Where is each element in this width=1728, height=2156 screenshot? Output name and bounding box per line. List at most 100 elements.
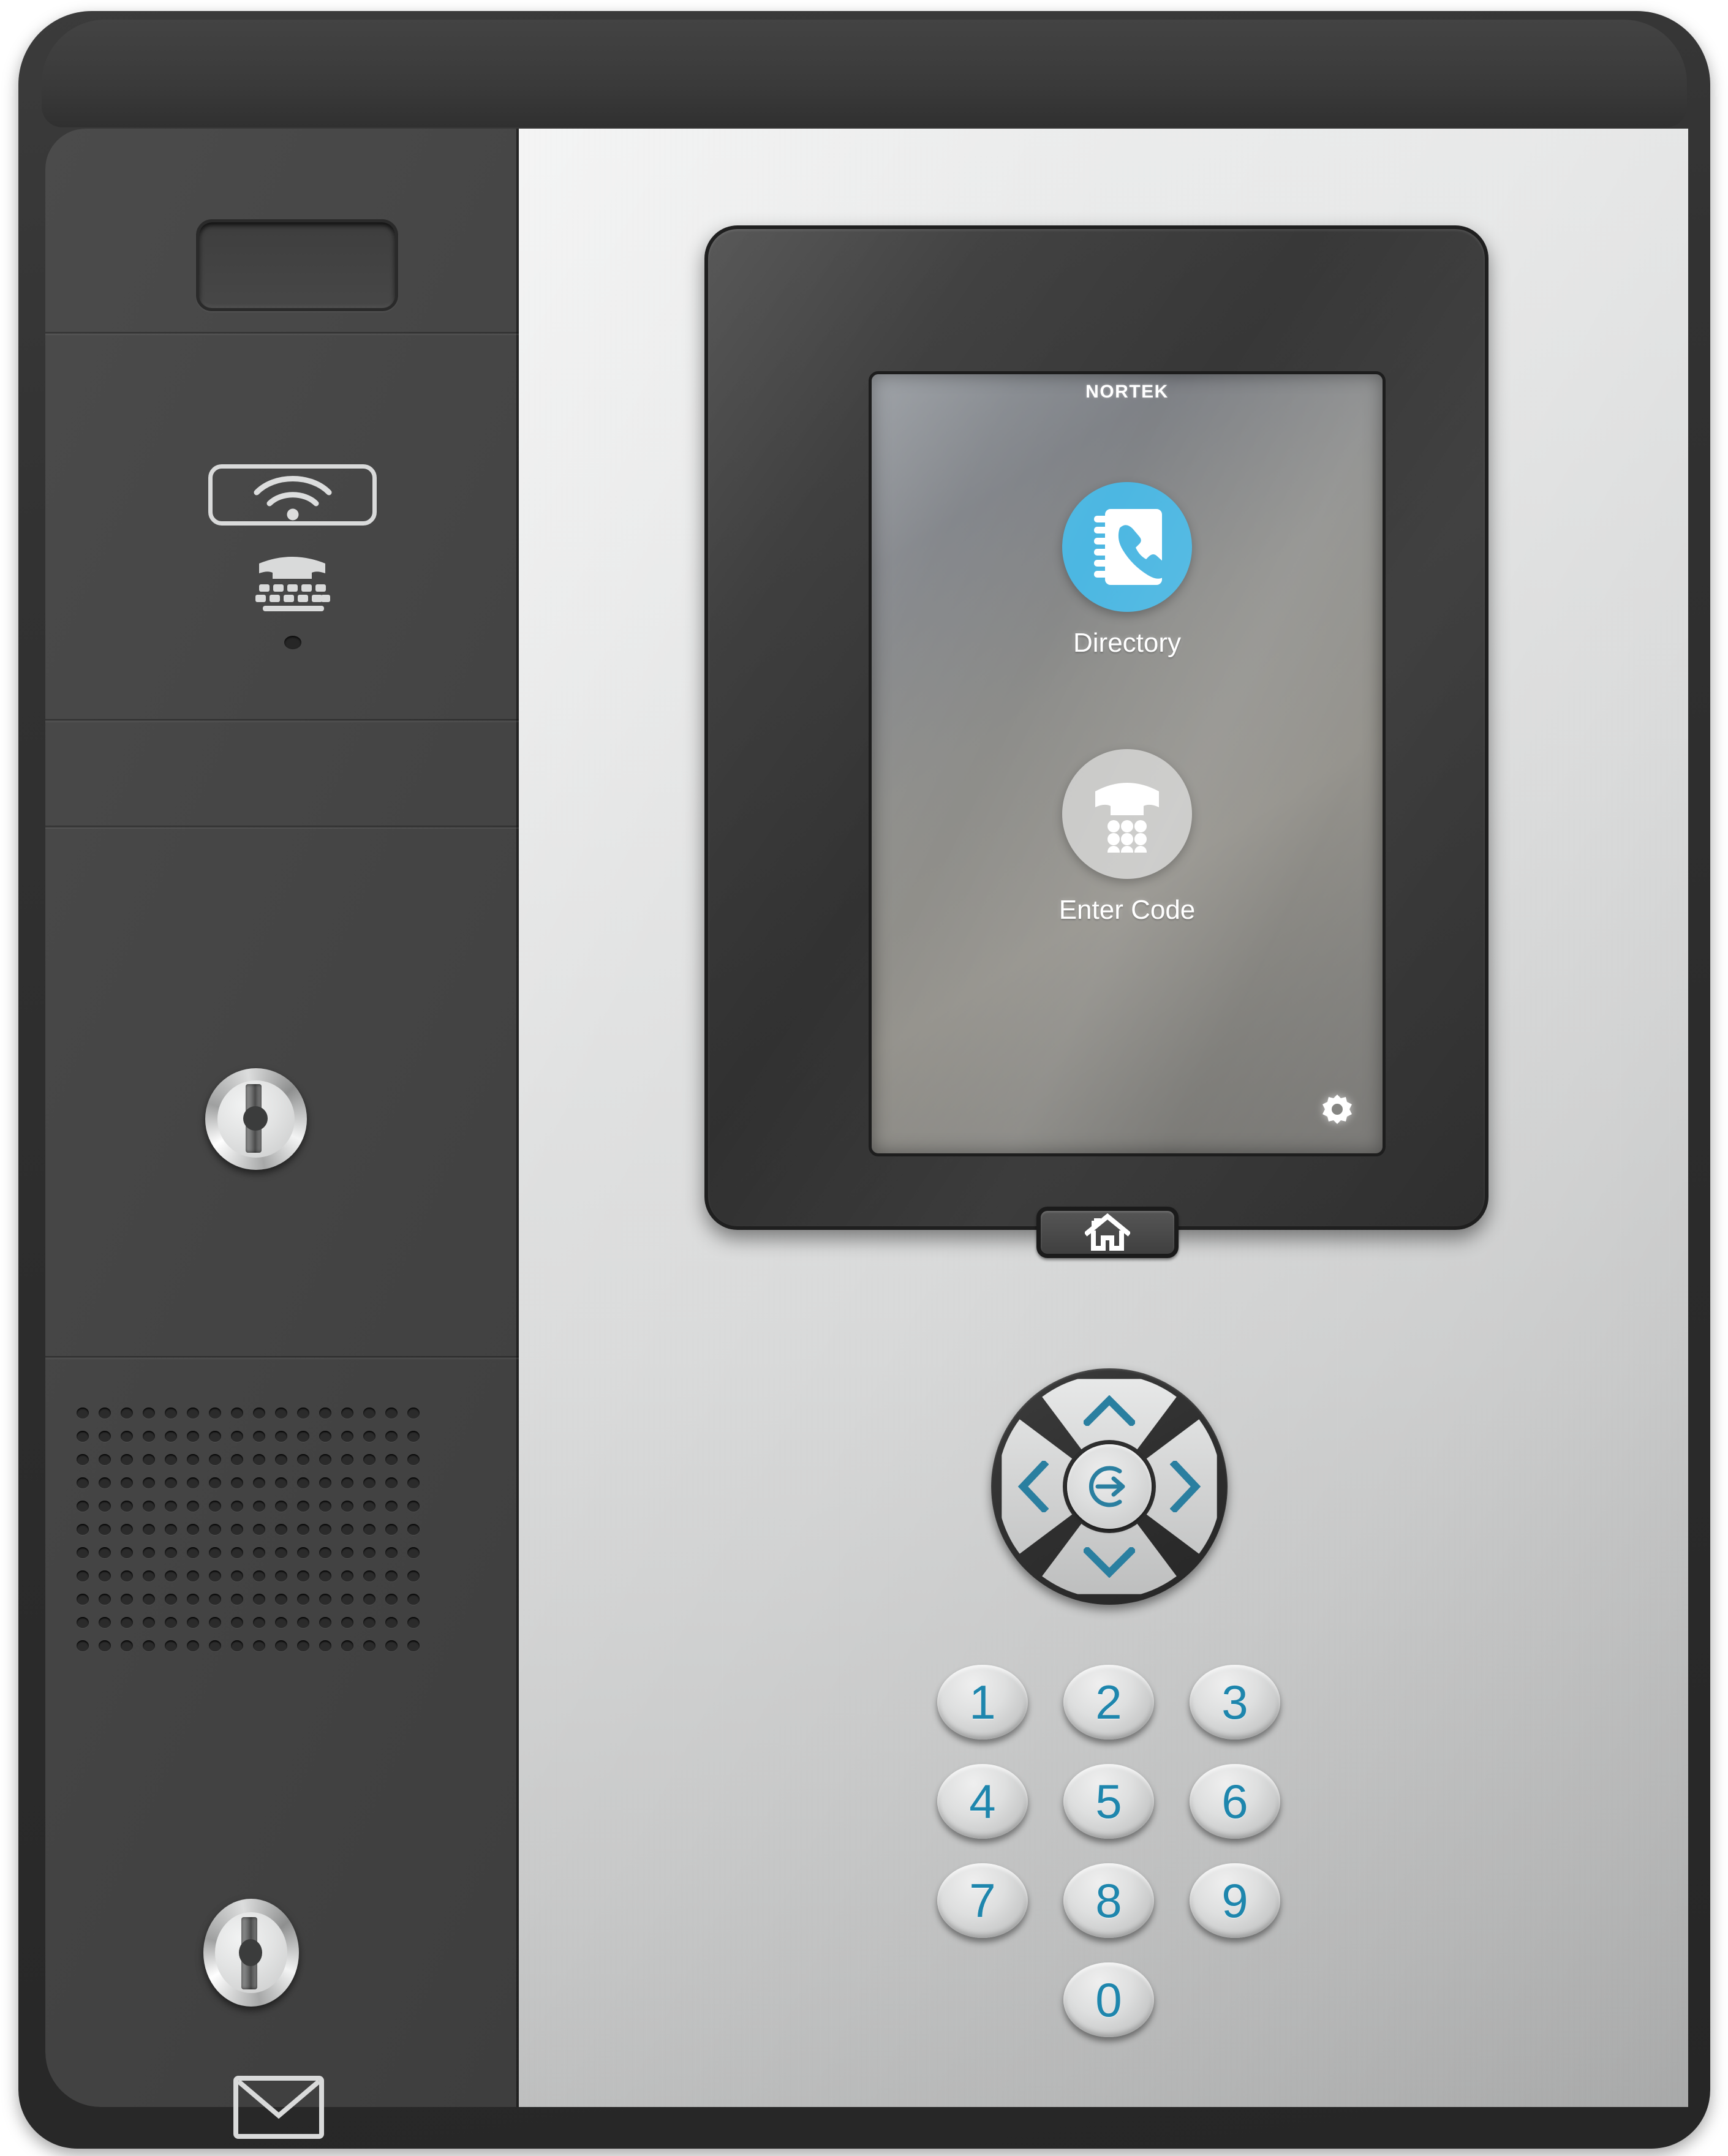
key-0[interactable]: 0 [1063, 1962, 1154, 2037]
speaker-hole [363, 1477, 375, 1488]
speaker-hole [231, 1617, 243, 1628]
touchscreen-display[interactable]: NORTEK Directory Enter Code [869, 371, 1386, 1156]
speaker-hole [407, 1524, 420, 1535]
speaker-hole [297, 1570, 309, 1581]
tile-enter-code-label: Enter Code [1058, 895, 1196, 925]
key-5[interactable]: 5 [1063, 1764, 1154, 1839]
speaker-hole [363, 1524, 375, 1535]
speaker-hole [187, 1570, 199, 1581]
wifi-reader-plate[interactable] [208, 464, 377, 526]
speaker-hole [275, 1570, 287, 1581]
speaker-hole [275, 1408, 287, 1419]
screen-title-text: NORTEK [1085, 382, 1169, 402]
speaker-hole [385, 1431, 398, 1442]
speaker-hole [187, 1431, 199, 1442]
home-button[interactable] [1036, 1207, 1179, 1258]
speaker-hole [363, 1431, 375, 1442]
speaker-hole [297, 1547, 309, 1558]
speaker-hole [99, 1594, 111, 1605]
speaker-hole [385, 1547, 398, 1558]
speaker-hole [231, 1524, 243, 1535]
screen-titlebar: NORTEK [872, 374, 1383, 410]
speaker-hole [253, 1640, 265, 1651]
dpad-enter-button[interactable] [1067, 1444, 1152, 1529]
speaker-hole [165, 1570, 177, 1581]
speaker-hole [187, 1524, 199, 1535]
speaker-hole [143, 1640, 155, 1651]
speaker-hole [165, 1617, 177, 1628]
numeric-keypad[interactable]: 1 2 3 4 5 6 7 8 9 0 [937, 1665, 1280, 2094]
speaker-hole [253, 1547, 265, 1558]
upper-key-lock[interactable] [205, 1068, 307, 1170]
speaker-hole [385, 1408, 398, 1419]
speaker-hole [385, 1501, 398, 1512]
wifi-icon [254, 476, 331, 521]
speaker-hole [143, 1408, 155, 1419]
speaker-hole [77, 1640, 89, 1651]
speaker-hole [77, 1501, 89, 1512]
speaker-hole [231, 1454, 243, 1465]
speaker-hole [297, 1477, 309, 1488]
speaker-hole [253, 1594, 265, 1605]
speaker-hole [231, 1570, 243, 1581]
speaker-hole [385, 1594, 398, 1605]
key-7[interactable]: 7 [937, 1863, 1028, 1938]
speaker-hole [363, 1454, 375, 1465]
key-8[interactable]: 8 [1063, 1863, 1154, 1938]
speaker-hole [187, 1454, 199, 1465]
speaker-hole [143, 1477, 155, 1488]
speaker-hole [121, 1594, 133, 1605]
speaker-hole [209, 1477, 221, 1488]
key-4[interactable]: 4 [937, 1764, 1028, 1839]
speaker-hole [275, 1594, 287, 1605]
enter-code-icon-circle[interactable] [1062, 749, 1192, 879]
key-3[interactable]: 3 [1190, 1665, 1280, 1740]
speaker-hole [319, 1524, 331, 1535]
key-9[interactable]: 9 [1190, 1863, 1280, 1938]
speaker-hole [121, 1640, 133, 1651]
speaker-hole [341, 1454, 353, 1465]
speaker-hole [231, 1547, 243, 1558]
speaker-hole [143, 1501, 155, 1512]
speaker-hole [77, 1454, 89, 1465]
speaker-hole [99, 1524, 111, 1535]
speaker-hole [363, 1501, 375, 1512]
speaker-hole [209, 1431, 221, 1442]
speaker-hole [319, 1547, 331, 1558]
speaker-hole [99, 1454, 111, 1465]
speaker-hole [231, 1640, 243, 1651]
navigation-dpad[interactable] [991, 1368, 1228, 1605]
speaker-hole [319, 1431, 331, 1442]
speaker-hole [407, 1617, 420, 1628]
key-1[interactable]: 1 [937, 1665, 1028, 1740]
gear-icon[interactable] [1320, 1092, 1354, 1126]
tty-indicator-dot [284, 636, 301, 649]
speaker-hole [165, 1454, 177, 1465]
speaker-hole [99, 1547, 111, 1558]
speaker-hole [77, 1594, 89, 1605]
speaker-hole [187, 1547, 199, 1558]
lower-key-lock[interactable] [203, 1899, 299, 2007]
key-2[interactable]: 2 [1063, 1665, 1154, 1740]
speaker-hole [341, 1640, 353, 1651]
speaker-hole [77, 1477, 89, 1488]
speaker-hole [275, 1431, 287, 1442]
speaker-hole [121, 1617, 133, 1628]
tile-directory[interactable]: Directory [872, 482, 1383, 658]
speaker-hole [187, 1617, 199, 1628]
speaker-hole [297, 1640, 309, 1651]
speaker-hole [209, 1524, 221, 1535]
speaker-hole [275, 1640, 287, 1651]
tile-enter-code[interactable]: Enter Code [872, 749, 1383, 925]
speaker-hole [99, 1617, 111, 1628]
speaker-hole [121, 1547, 133, 1558]
speaker-hole [319, 1501, 331, 1512]
speaker-hole [297, 1594, 309, 1605]
speaker-grille [77, 1408, 432, 1671]
key-6[interactable]: 6 [1190, 1764, 1280, 1839]
speaker-hole [385, 1617, 398, 1628]
directory-icon-circle[interactable] [1062, 482, 1192, 612]
speaker-hole [407, 1477, 420, 1488]
speaker-hole [341, 1570, 353, 1581]
speaker-hole [319, 1408, 331, 1419]
